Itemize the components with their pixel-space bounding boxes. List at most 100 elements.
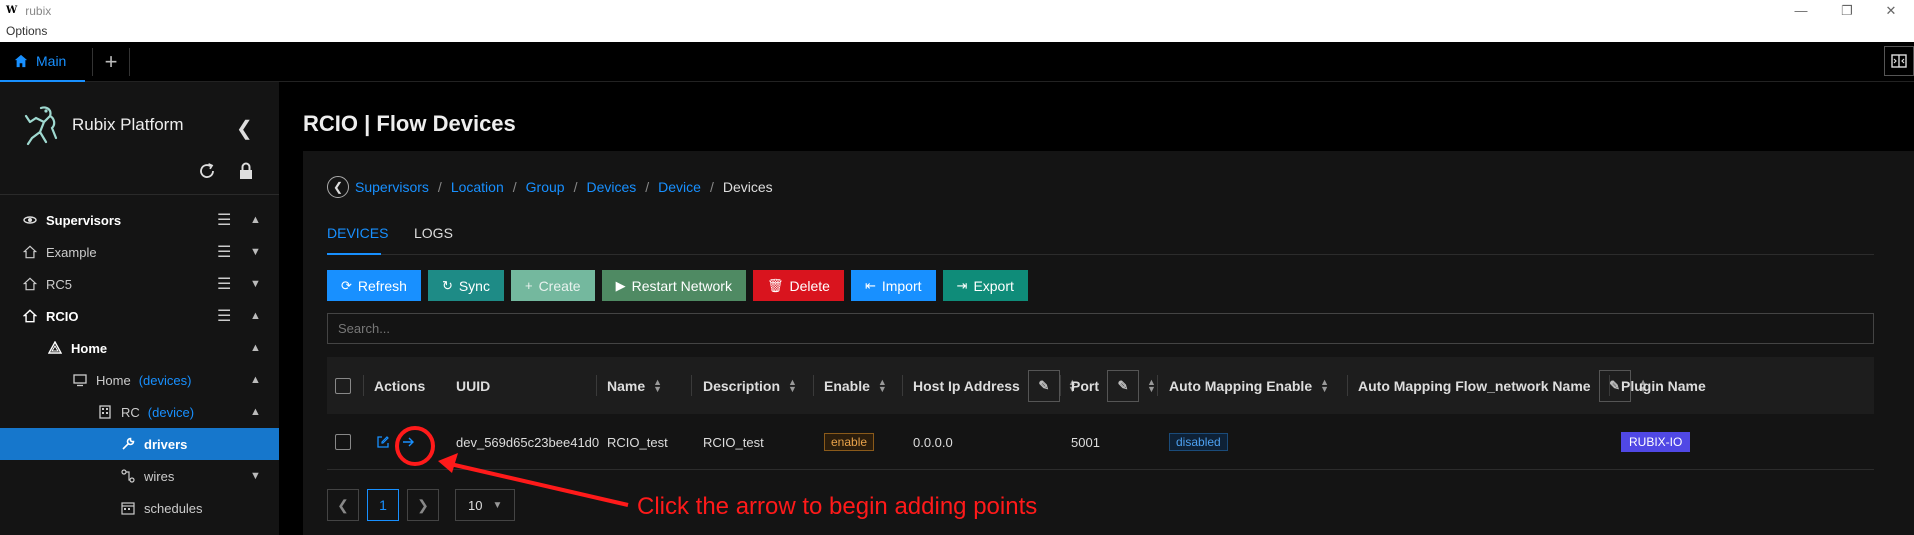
sidebar: Rubix Platform ❮ Supervisors ☰ ▲ Example… — [0, 82, 279, 535]
export-button[interactable]: ⇥ Export — [942, 270, 1028, 301]
search-input[interactable]: Search... — [327, 313, 1874, 344]
breadcrumb-link[interactable]: Devices — [586, 179, 636, 195]
network-icon — [47, 341, 63, 355]
devices-card: ❮ Supervisors / Location / Group / Devic… — [303, 151, 1914, 535]
sort-icon[interactable]: ▲ ▼ — [1320, 377, 1329, 393]
sidebar-item-home-devices[interactable]: Home (devices) ▲ — [0, 364, 279, 396]
chevron-up-icon[interactable]: ▲ — [250, 406, 261, 418]
home-icon — [14, 54, 28, 68]
chevron-up-icon[interactable]: ▲ — [250, 310, 261, 322]
prev-page-button[interactable]: ❮ — [327, 489, 359, 521]
sidebar-item-label: RC5 — [46, 276, 73, 292]
sidebar-item-rc-device[interactable]: RC (device) ▲ — [0, 396, 279, 428]
chevron-down-icon[interactable]: ▼ — [250, 278, 261, 290]
minimize-button[interactable]: — — [1778, 0, 1824, 21]
sidebar-item-tag: (devices) — [138, 372, 192, 388]
column-separator — [691, 375, 692, 396]
chevron-down-icon[interactable]: ▼ — [250, 470, 261, 482]
pagination: ❮ 1 ❯ 10 ▼ — [327, 489, 515, 521]
filter-icon[interactable]: ✎ — [1027, 369, 1060, 402]
refresh-icon[interactable] — [198, 162, 216, 183]
column-separator — [813, 375, 814, 396]
import-button[interactable]: ⇤ Import — [850, 270, 936, 301]
lock-icon[interactable] — [238, 162, 254, 183]
layout-toggle-icon[interactable] — [1884, 46, 1914, 76]
sort-icon[interactable]: ▲ ▼ — [1147, 377, 1156, 393]
sort-icon[interactable]: ▲ ▼ — [653, 377, 662, 393]
column-auto-mapping-name[interactable]: Auto Mapping Flow_network Name ✎ ▲ ▼ — [1358, 357, 1648, 414]
refresh-button[interactable]: ⟳ Refresh — [327, 270, 421, 301]
menu-icon[interactable]: ☰ — [217, 306, 231, 326]
column-port[interactable]: Port ✎ ▲ ▼ — [1071, 357, 1156, 414]
column-auto-mapping-enable[interactable]: Auto Mapping Enable ▲ ▼ — [1169, 357, 1329, 414]
cell-port: 5001 — [1071, 434, 1100, 450]
column-host-ip[interactable]: Host Ip Address ✎ ▲ ▼ — [913, 357, 1077, 414]
restart-network-button[interactable]: ▶ Restart Network — [601, 270, 746, 301]
menu-icon[interactable]: ☰ — [217, 210, 231, 230]
breadcrumb-link[interactable]: Device — [658, 179, 701, 195]
frog-logo-icon — [24, 106, 58, 146]
table-row[interactable]: dev_569d65c23bee41d0 RCIO_test RCIO_test… — [327, 414, 1874, 470]
sort-icon[interactable]: ▲ ▼ — [878, 377, 887, 393]
import-icon: ⇤ — [864, 277, 876, 293]
sync-button[interactable]: ↻ Sync — [427, 270, 504, 301]
chevron-up-icon[interactable]: ▲ — [250, 214, 261, 226]
toolbar: ⟳ Refresh ↻ Sync + Create ▶ Restart Network … — [327, 270, 1035, 301]
select-all-checkbox[interactable] — [335, 357, 351, 414]
sidebar-item-example[interactable]: Example ☰ ▼ — [0, 236, 279, 268]
sidebar-item-rcio[interactable]: RCIO ☰ ▲ — [0, 300, 279, 332]
page-size-select[interactable]: 10 ▼ — [455, 489, 515, 521]
disabled-badge: disabled — [1169, 433, 1228, 451]
back-icon[interactable]: ❮ — [327, 176, 349, 198]
column-enable[interactable]: Enable ▲ ▼ — [824, 357, 887, 414]
page-title: RCIO | Flow Devices — [303, 111, 516, 136]
sidebar-item-schedules[interactable]: schedules — [0, 492, 279, 524]
breadcrumb-separator: / — [512, 179, 517, 195]
sidebar-item-home-network[interactable]: Home ▲ — [0, 332, 279, 364]
sidebar-item-drivers[interactable]: drivers — [0, 428, 279, 460]
tab-main[interactable]: Main — [0, 42, 85, 82]
menu-icon[interactable]: ☰ — [217, 242, 231, 262]
next-page-button[interactable]: ❯ — [407, 489, 439, 521]
row-checkbox[interactable] — [335, 414, 351, 470]
chevron-up-icon[interactable]: ▲ — [250, 342, 261, 354]
cell-host-ip: 0.0.0.0 — [913, 434, 953, 450]
collapse-sidebar-icon[interactable]: ❮ — [236, 116, 253, 141]
import-button-label: Import — [881, 277, 922, 294]
sort-icon[interactable]: ▲ ▼ — [788, 377, 797, 393]
edit-icon[interactable] — [376, 414, 390, 470]
filter-icon[interactable]: ✎ — [1107, 369, 1139, 402]
window-title: rubix — [25, 3, 52, 18]
column-description[interactable]: Description ▲ ▼ — [703, 357, 797, 414]
sidebar-item-wires[interactable]: wires ▼ — [0, 460, 279, 492]
breadcrumb-separator: / — [573, 179, 578, 195]
close-button[interactable]: ✕ — [1868, 0, 1914, 21]
content-tabs: DEVICES LOGS — [327, 218, 1874, 255]
tab-logs[interactable]: LOGS — [414, 218, 453, 255]
breadcrumb-link[interactable]: Location — [451, 179, 504, 195]
breadcrumb-link[interactable]: Supervisors — [355, 179, 429, 195]
create-button[interactable]: + Create — [510, 270, 595, 301]
sidebar-item-supervisors[interactable]: Supervisors ☰ ▲ — [0, 204, 279, 236]
chevron-down-icon: ▼ — [492, 499, 503, 511]
tab-devices[interactable]: DEVICES — [327, 218, 388, 255]
column-uuid[interactable]: UUID — [456, 357, 490, 414]
column-name[interactable]: Name ▲ ▼ — [607, 357, 662, 414]
tab-main-label: Main — [36, 53, 67, 69]
breadcrumb-link[interactable]: Group — [526, 179, 565, 195]
sidebar-item-label: schedules — [144, 500, 203, 516]
menu-options[interactable]: Options — [0, 21, 1914, 42]
page-button[interactable]: 1 — [367, 489, 399, 521]
chevron-up-icon[interactable]: ▲ — [250, 374, 261, 386]
brand: Rubix Platform — [22, 104, 183, 146]
sidebar-divider — [0, 194, 279, 195]
delete-button[interactable]: 🗑 Delete — [752, 270, 844, 301]
add-tab-button[interactable]: + — [92, 48, 130, 76]
menu-icon[interactable]: ☰ — [217, 274, 231, 294]
restore-button[interactable]: ❐ — [1824, 0, 1870, 21]
enable-badge: enable — [824, 433, 875, 451]
chevron-down-icon[interactable]: ▼ — [250, 246, 261, 258]
arrow-right-icon[interactable] — [401, 414, 415, 470]
sidebar-item-rc5[interactable]: RC5 ☰ ▼ — [0, 268, 279, 300]
delete-button-label: Delete — [789, 277, 830, 294]
